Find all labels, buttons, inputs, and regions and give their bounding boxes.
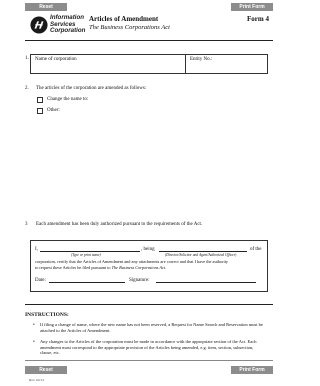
isc-logo-icon	[30, 16, 48, 34]
print-form-button[interactable]: Print Form	[231, 3, 273, 11]
signature-input-line[interactable]	[156, 282, 256, 283]
revision-label: Rev. 02/12	[29, 378, 45, 382]
instructions-divider	[25, 304, 273, 305]
section3-number: 3	[25, 222, 28, 227]
change-name-label: Change the name to:	[47, 97, 89, 102]
other-label: Other:	[47, 108, 60, 113]
cert-i: I,	[35, 247, 38, 252]
name-hint: (Type or print name)	[71, 253, 101, 257]
section3-text: Each amendment has been duly authorized …	[36, 222, 203, 227]
corporation-name-box: Name of corporation Entity No.:	[30, 54, 268, 74]
cert-body-line2a: to request these Articles be filed pursu…	[35, 265, 111, 270]
director-hint: (Director/Solicitor and Agent/Authorized…	[165, 253, 237, 257]
section2-number: 2.	[25, 86, 29, 91]
other-checkbox[interactable]	[37, 108, 43, 114]
title-input-line[interactable]	[159, 251, 247, 252]
bullet-icon: •	[33, 323, 35, 328]
form-subtitle: The Business Corporations Act	[89, 24, 170, 31]
corporation-name-label: Name of corporation	[35, 57, 77, 62]
instructions-heading: INSTRUCTIONS:	[25, 312, 69, 318]
entity-number-field[interactable]: Entity No.:	[186, 55, 216, 73]
cert-body-line2: to request these Articles be filed pursu…	[35, 264, 166, 271]
reset-button[interactable]: Reset	[25, 3, 67, 11]
footer-divider	[25, 360, 273, 361]
section2-text: The articles of the corporation are amen…	[36, 86, 147, 91]
section1-number: 1.	[25, 56, 29, 61]
form-number: Form 4	[247, 15, 269, 23]
certification-box: I, , being of the (Type or print name) (…	[30, 240, 268, 292]
print-form-button-bottom[interactable]: Print Form	[231, 366, 273, 374]
reset-button-bottom[interactable]: Reset	[25, 366, 67, 374]
entity-number-label: Entity No.:	[190, 57, 213, 62]
instruction-item-1: If filing a change of name, where the ne…	[40, 322, 263, 333]
date-input-line[interactable]	[49, 282, 125, 283]
corporation-name-field[interactable]: Name of corporation	[31, 55, 186, 73]
instruction-item-2: Any changes to the Articles of the corpo…	[40, 339, 257, 356]
header-divider	[25, 40, 273, 41]
cert-of-the: of the	[250, 247, 262, 252]
name-input-line[interactable]	[40, 251, 140, 252]
date-label: Date:	[35, 278, 46, 283]
signature-label: Signature:	[129, 278, 150, 283]
cert-being: , being	[141, 247, 155, 252]
change-name-checkbox[interactable]	[37, 97, 43, 103]
cert-act-name: The Business Corporations Act.	[111, 265, 167, 270]
bullet-icon: •	[33, 340, 35, 345]
form-title: Articles of Amendment	[89, 15, 159, 23]
